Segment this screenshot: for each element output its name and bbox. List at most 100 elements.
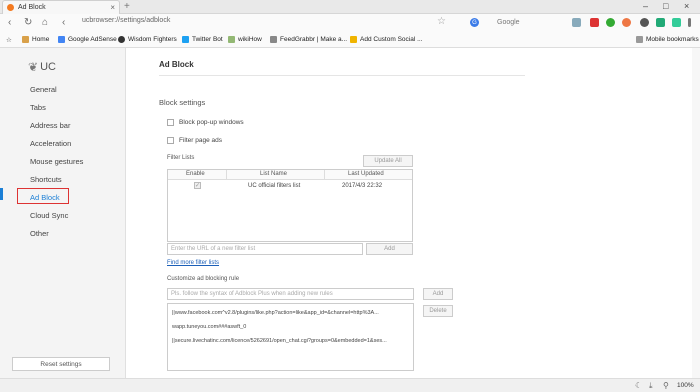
download-icon[interactable]: ⤓ [649, 381, 653, 391]
uc-squirrel-icon: ❦ [28, 60, 39, 74]
filter-list-url-input[interactable]: Enter the URL of a new filter list [167, 243, 363, 255]
bookmark-twitter-bot[interactable]: Twitter Bot [182, 36, 223, 43]
list-item[interactable]: ||www.facebook.com^v2.8/plugins/like.php… [172, 310, 410, 316]
reload-icon[interactable]: ↻ [24, 17, 32, 28]
column-divider [324, 170, 325, 180]
zoom-icon[interactable]: ⚲ [663, 381, 669, 390]
extension-icon[interactable] [656, 18, 665, 27]
list-name-cell: UC official filters list [248, 183, 301, 189]
scrollbar[interactable] [692, 48, 700, 378]
update-all-button[interactable]: Update All [363, 155, 413, 167]
add-rule-button[interactable]: Add [423, 288, 453, 300]
sidebar-item-ad-block[interactable]: Ad Block [30, 193, 60, 202]
sidebar-item-shortcuts[interactable]: Shortcuts [30, 175, 62, 184]
night-mode-icon[interactable]: ☾ [635, 381, 642, 390]
maximize-icon[interactable]: □ [663, 1, 668, 11]
block-popups-checkbox[interactable] [167, 119, 174, 126]
bookmark-label: Add Custom Social ... [360, 36, 423, 43]
bookmark-feedgrabbr[interactable]: FeedGrabbr | Make a... [270, 36, 347, 43]
customize-rule-label: Customize ad blocking rule [167, 276, 240, 282]
extension-icon[interactable] [572, 18, 581, 27]
filter-page-ads-label: Filter page ads [179, 137, 222, 144]
tab-ad-block[interactable]: Ad Block × [2, 0, 120, 14]
bookmark-label: Google AdSense [68, 36, 117, 43]
bookmark-favicon [350, 36, 357, 43]
tab-title: Ad Block [18, 4, 46, 11]
rule-input[interactable]: Pls. follow the syntax of Adblock Plus w… [167, 288, 414, 300]
close-tab-icon[interactable]: × [110, 3, 115, 12]
filter-lists-label: Filter Lists [167, 155, 195, 161]
new-tab-button[interactable]: + [124, 1, 130, 12]
custom-rules-list[interactable]: ||www.facebook.com^v2.8/plugins/like.php… [167, 303, 414, 371]
search-box[interactable]: G Google [470, 16, 555, 29]
menu-icon[interactable] [688, 18, 691, 27]
reset-settings-button[interactable]: Reset settings [12, 357, 110, 371]
filter-lists-table: Enable List Name Last Updated ✓ UC offic… [167, 169, 413, 242]
sidebar-item-other[interactable]: Other [30, 229, 49, 238]
list-item[interactable]: ||secure.livechatinc.com/licence/5262691… [172, 338, 410, 344]
logo-text: UC [40, 61, 56, 73]
extension-icon[interactable] [640, 18, 649, 27]
bookmark-label: Wisdom Fighters [128, 36, 177, 43]
sidebar-item-cloud-sync[interactable]: Cloud Sync [30, 211, 68, 220]
extension-icon[interactable] [672, 18, 681, 27]
bookmark-google-adsense[interactable]: Google AdSense [58, 36, 117, 43]
list-item[interactable]: wapp.tuneyou.com###aswft_0 [172, 324, 410, 330]
uc-logo: ❦ UC [28, 60, 56, 74]
bookmark-favicon [228, 36, 235, 43]
search-input[interactable]: Google [497, 19, 520, 26]
adblock-settings-panel: Ad Block Block settings Block pop-up win… [126, 48, 700, 378]
mobile-bookmarks[interactable]: Mobile bookmarks [636, 36, 699, 43]
back-icon[interactable]: ‹ [8, 17, 11, 28]
bookmark-favicon [182, 36, 189, 43]
column-divider [226, 170, 227, 180]
find-more-filter-lists-link[interactable]: Find more filter lists [167, 260, 219, 266]
bookmark-home[interactable]: Home [22, 36, 49, 43]
bookmark-favicon [118, 36, 125, 43]
bookmark-favicon [22, 36, 29, 43]
minimize-icon[interactable]: – [643, 1, 648, 11]
block-popups-label: Block pop-up windows [179, 119, 244, 126]
bookmark-label: Mobile bookmarks [646, 36, 699, 43]
home-icon[interactable]: ⌂ [42, 17, 48, 28]
settings-sidebar: ❦ UC General Tabs Address bar Accelerati… [0, 48, 126, 378]
bookmark-label: wikiHow [238, 36, 262, 43]
sidebar-item-general[interactable]: General [30, 85, 57, 94]
close-window-icon[interactable]: × [684, 1, 689, 11]
bookmark-add-custom-social[interactable]: Add Custom Social ... [350, 36, 423, 43]
bookmark-label: Twitter Bot [192, 36, 223, 43]
back-arrow-icon[interactable]: ‹ [62, 17, 65, 28]
last-updated-cell: 2017/4/3 22:32 [342, 183, 383, 189]
zoom-level[interactable]: 100% [677, 382, 694, 389]
sidebar-item-mouse-gestures[interactable]: Mouse gestures [30, 157, 83, 166]
tab-bar: Ad Block × + – □ × [0, 0, 700, 14]
bookmark-star-icon[interactable]: ☆ [6, 36, 12, 44]
bookmark-favicon [58, 36, 65, 43]
status-bar: ☾ ⤓ ⚲ 100% [0, 378, 700, 392]
column-header: Last Updated [348, 171, 384, 177]
bookmark-star-icon[interactable]: ☆ [437, 16, 446, 27]
bookmark-label: Home [32, 36, 50, 43]
folder-icon [636, 36, 643, 43]
filter-page-ads-checkbox[interactable] [167, 137, 174, 144]
column-header: Enable [186, 171, 205, 177]
url-field[interactable]: ucbrowser://settings/adblock [82, 17, 170, 24]
bookmark-wikihow[interactable]: wikiHow [228, 36, 262, 43]
address-bar: ‹ ↻ ⌂ ‹ ucbrowser://settings/adblock ☆ G… [0, 14, 700, 32]
extension-icon[interactable] [622, 18, 631, 27]
sidebar-item-address-bar[interactable]: Address bar [30, 121, 70, 130]
page-title: Ad Block [159, 60, 194, 69]
sidebar-item-acceleration[interactable]: Acceleration [30, 139, 71, 148]
bookmark-wisdom-fighters[interactable]: Wisdom Fighters [118, 36, 177, 43]
bookmark-label: FeedGrabbr | Make a... [280, 36, 348, 43]
delete-rule-button[interactable]: Delete [423, 305, 453, 317]
bookmark-favicon [270, 36, 277, 43]
extension-icon[interactable] [590, 18, 599, 27]
search-engine-icon[interactable]: G [470, 18, 479, 27]
extension-icon[interactable] [606, 18, 615, 27]
add-filter-list-button[interactable]: Add [366, 243, 413, 255]
bookmarks-bar: ☆ Home Google AdSense Wisdom Fighters Tw… [0, 32, 700, 48]
active-indicator [0, 188, 3, 200]
sidebar-item-tabs[interactable]: Tabs [30, 103, 46, 112]
enable-list-checkbox[interactable]: ✓ [194, 182, 201, 189]
